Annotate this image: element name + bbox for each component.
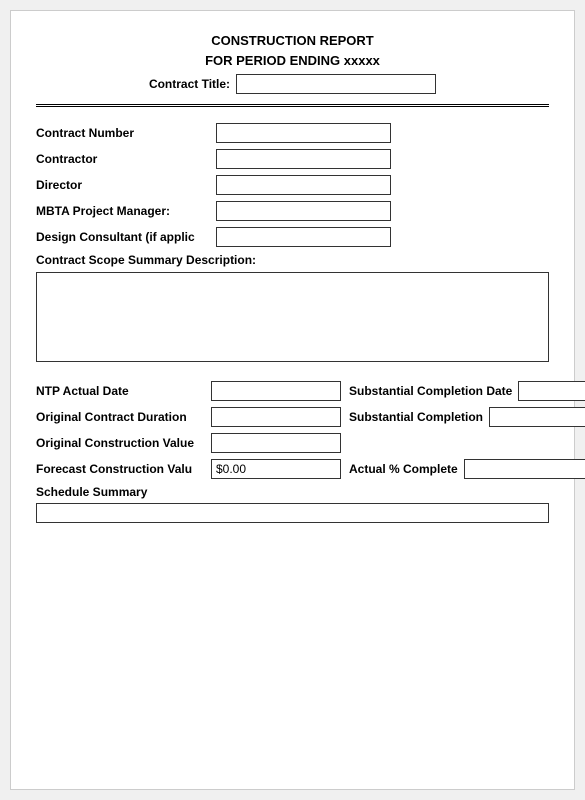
mbta-pm-row: MBTA Project Manager: <box>36 201 549 221</box>
forecast-row: Forecast Construction Valu Actual % Comp… <box>36 459 549 479</box>
original-value-row: Original Construction Value <box>36 433 549 453</box>
schedule-summary-label: Schedule Summary <box>36 485 549 499</box>
original-duration-row: Original Contract Duration Substantial C… <box>36 407 549 427</box>
contract-title-input[interactable] <box>236 74 436 94</box>
ntp-label: NTP Actual Date <box>36 384 211 398</box>
mbta-pm-input[interactable] <box>216 201 391 221</box>
page: CONSTRUCTION REPORT FOR PERIOD ENDING xx… <box>10 10 575 790</box>
lower-section: NTP Actual Date Substantial Completion D… <box>36 381 549 523</box>
design-consultant-row: Design Consultant (if applic <box>36 227 549 247</box>
scope-section: Contract Scope Summary Description: <box>36 253 549 365</box>
design-consultant-input[interactable] <box>216 227 391 247</box>
substantial-completion-label: Substantial Completion <box>349 410 483 424</box>
header-line1: CONSTRUCTION REPORT <box>36 31 549 51</box>
contract-number-label: Contract Number <box>36 126 216 140</box>
header-line2: FOR PERIOD ENDING xxxxx <box>36 51 549 71</box>
ntp-input[interactable] <box>211 381 341 401</box>
contractor-input[interactable] <box>216 149 391 169</box>
original-duration-input[interactable] <box>211 407 341 427</box>
schedule-section: Schedule Summary <box>36 485 549 523</box>
contractor-row: Contractor <box>36 149 549 169</box>
original-duration-label: Original Contract Duration <box>36 410 211 424</box>
director-row: Director <box>36 175 549 195</box>
original-value-input[interactable] <box>211 433 341 453</box>
forecast-label: Forecast Construction Valu <box>36 462 211 476</box>
contract-number-input[interactable] <box>216 123 391 143</box>
ntp-row: NTP Actual Date Substantial Completion D… <box>36 381 549 401</box>
contractor-label: Contractor <box>36 152 216 166</box>
substantial-completion-date-input[interactable] <box>518 381 585 401</box>
schedule-summary-input[interactable] <box>36 503 549 523</box>
header: CONSTRUCTION REPORT FOR PERIOD ENDING xx… <box>36 31 549 94</box>
form-section: Contract Number Contractor Director MBTA… <box>36 123 549 247</box>
design-consultant-label: Design Consultant (if applic <box>36 230 216 244</box>
mbta-pm-label: MBTA Project Manager: <box>36 204 216 218</box>
forecast-input[interactable] <box>211 459 341 479</box>
actual-pct-label: Actual % Complete <box>349 462 458 476</box>
director-input[interactable] <box>216 175 391 195</box>
original-value-label: Original Construction Value <box>36 436 211 450</box>
contract-title-label: Contract Title: <box>149 77 230 91</box>
substantial-completion-date-label: Substantial Completion Date <box>349 384 512 398</box>
substantial-completion-input[interactable] <box>489 407 585 427</box>
contract-number-row: Contract Number <box>36 123 549 143</box>
divider <box>36 104 549 107</box>
scope-textarea[interactable] <box>36 272 549 362</box>
director-label: Director <box>36 178 216 192</box>
scope-label: Contract Scope Summary Description: <box>36 253 549 267</box>
actual-pct-input[interactable] <box>464 459 585 479</box>
